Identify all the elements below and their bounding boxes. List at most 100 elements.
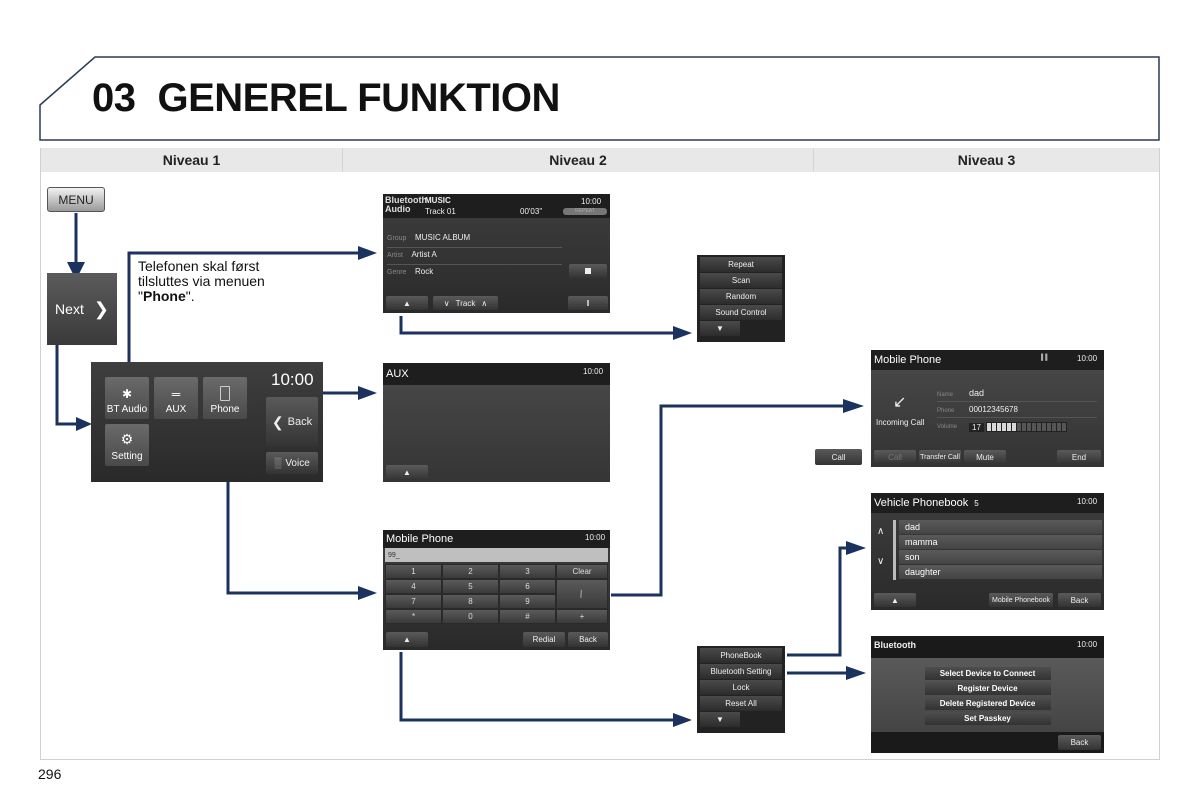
transfer-call-button[interactable]: Transfer Call [919, 450, 961, 464]
redial-button[interactable]: Redial [523, 632, 565, 647]
key-2[interactable]: 2 [442, 564, 499, 579]
volume-segment [1051, 423, 1056, 431]
incoming-status: Incoming Call [876, 418, 925, 427]
key-7[interactable]: 7 [385, 594, 442, 609]
key-1[interactable]: 1 [385, 564, 442, 579]
call-button[interactable]: Call [815, 449, 862, 465]
back-button[interactable]: Back [1058, 735, 1101, 750]
aux-screen: AUX 10:00 ▲ [383, 363, 610, 482]
scroll-up-icon[interactable]: ∧ [877, 526, 884, 537]
phonebook-title: Vehicle Phonebook 5 [874, 497, 979, 509]
volume-segment [1036, 423, 1041, 431]
option-lock[interactable]: Lock [700, 680, 782, 695]
back-button[interactable]: Back [1058, 593, 1101, 607]
register-device-button[interactable]: Register Device [924, 682, 1051, 695]
volume-bar[interactable] [985, 422, 1067, 432]
tile-setting[interactable]: ⚙ Setting [105, 424, 149, 466]
select-device-button[interactable]: Select Device to Connect [924, 667, 1051, 680]
list-item[interactable]: daughter [899, 565, 1102, 579]
tile-phone[interactable]: Phone [203, 377, 247, 419]
volume-segment [1016, 423, 1021, 431]
incoming-call-icon: ↙ [893, 394, 907, 411]
level-header-3: Niveau 3 [814, 148, 1159, 172]
popup-down-button[interactable]: ▼ [700, 712, 740, 727]
handset-icon: ∕ [578, 588, 586, 600]
back-label: Back [287, 416, 313, 428]
keypad: 1 2 3 Clear 4 5 6 ∕ 7 8 9 * 0 # + [385, 564, 608, 624]
option-reset-all[interactable]: Reset All [700, 696, 782, 711]
up-button[interactable]: ▲ [386, 465, 428, 480]
up-button[interactable]: ▲ [386, 296, 428, 310]
mobile-phonebook-button[interactable]: Mobile Phonebook [989, 593, 1053, 607]
volume-segment [996, 423, 1001, 431]
phonebook-count: 5 [974, 499, 979, 508]
phone-title: Mobile Phone [386, 533, 454, 545]
aux-cable-icon: ═ [171, 387, 181, 401]
list-item[interactable]: son [899, 550, 1102, 564]
list-item[interactable]: dad [899, 520, 1102, 534]
triangle-up-icon: ▲ [403, 635, 411, 644]
back-button[interactable]: ❮ Back [266, 397, 318, 447]
key-3[interactable]: 3 [499, 564, 556, 579]
menu-button[interactable]: MENU [47, 187, 105, 212]
key-plus[interactable]: + [556, 609, 608, 624]
phone-clock: 10:00 [585, 533, 606, 542]
triangle-up-icon: ▲ [403, 468, 411, 477]
tile-aux[interactable]: ═ AUX [154, 377, 198, 419]
back-button[interactable]: Back [568, 632, 608, 647]
mute-button[interactable]: Mute [964, 450, 1006, 464]
signal-icon: ▌▌ [1041, 355, 1050, 361]
key-8[interactable]: 8 [442, 594, 499, 609]
popup-down-button[interactable]: ▼ [700, 321, 740, 336]
tile-bt-audio[interactable]: ✱ BT Audio [105, 377, 149, 419]
voice-button[interactable]: ░ Voice [266, 452, 318, 474]
stop-button[interactable] [569, 264, 607, 278]
up-button[interactable]: ▲ [874, 593, 916, 607]
clear-key[interactable]: Clear [556, 564, 608, 579]
pause-button[interactable]: ‖ [568, 296, 608, 310]
info-row-genre: Genre Rock [387, 267, 434, 276]
volume-segment [1046, 423, 1051, 431]
triangle-up-icon: ▲ [403, 298, 411, 308]
bt-audio-options-popup: Repeat Scan Random Sound Control ▼ [697, 255, 785, 342]
vehicle-phonebook-screen: Vehicle Phonebook 5 10:00 ∧ ∨ dad mamma s… [871, 493, 1104, 610]
phone-dial-screen: Mobile Phone 10:00 1 2 3 Clear 4 5 6 ∕ 7… [383, 530, 610, 650]
page-number: 296 [38, 766, 62, 782]
option-bluetooth-setting[interactable]: Bluetooth Setting [700, 664, 782, 679]
phonebook-clock: 10:00 [1077, 497, 1098, 506]
option-random[interactable]: Random [700, 289, 782, 304]
next-label: Next [55, 301, 84, 317]
voice-label: Voice [285, 457, 310, 469]
key-0[interactable]: 0 [442, 609, 499, 624]
key-hash[interactable]: # [499, 609, 556, 624]
scroll-down-icon[interactable]: ∨ [877, 556, 884, 567]
call-key[interactable]: ∕ [556, 579, 608, 609]
dial-number-input[interactable] [385, 548, 608, 562]
next-button[interactable]: Next ❯ [47, 273, 117, 345]
gear-icon: ⚙ [120, 431, 134, 447]
key-4[interactable]: 4 [385, 579, 442, 594]
tile-label: Setting [111, 451, 143, 462]
option-scan[interactable]: Scan [700, 273, 782, 288]
bt-audio-screen: Bluetooth Audio MUSIC Track 01 10:00 00'0… [383, 194, 610, 313]
end-button[interactable]: End [1057, 450, 1101, 464]
chevron-left-icon: ❮ [271, 413, 284, 430]
key-star[interactable]: * [385, 609, 442, 624]
key-6[interactable]: 6 [499, 579, 556, 594]
option-phonebook[interactable]: PhoneBook [700, 648, 782, 663]
track-button[interactable]: ∨ Track ∧ [433, 296, 498, 310]
option-sound-control[interactable]: Sound Control [700, 305, 782, 320]
aux-clock: 10:00 [583, 367, 604, 376]
key-5[interactable]: 5 [442, 579, 499, 594]
key-9[interactable]: 9 [499, 594, 556, 609]
chapter-title: GENEREL FUNKTION [157, 76, 561, 120]
set-passkey-button[interactable]: Set Passkey [924, 712, 1051, 725]
up-button[interactable]: ▲ [386, 632, 428, 647]
repeat-badge: REPEAT [563, 208, 607, 215]
option-repeat[interactable]: Repeat [700, 257, 782, 272]
bt-audio-elapsed: 00'03" [520, 207, 543, 216]
delete-device-button[interactable]: Delete Registered Device [924, 697, 1051, 710]
scrollbar[interactable] [893, 520, 896, 580]
list-item[interactable]: mamma [899, 535, 1102, 549]
home-clock: 10:00 [271, 370, 314, 389]
